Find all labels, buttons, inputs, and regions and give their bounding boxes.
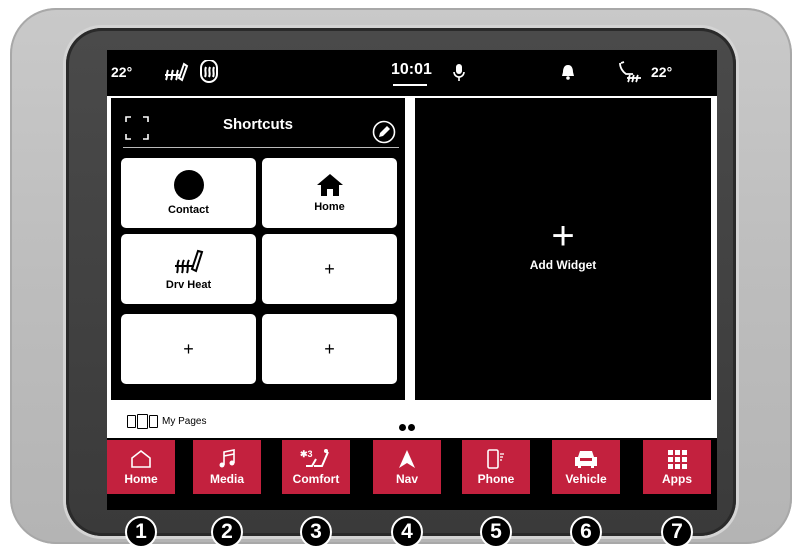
shortcut-label: Drv Heat xyxy=(165,279,212,291)
callout-6: 6 xyxy=(570,516,602,548)
shortcut-contact[interactable]: Contact xyxy=(121,158,256,228)
svg-text:✱3: ✱3 xyxy=(300,449,313,459)
add-widget-label: Add Widget xyxy=(529,258,597,272)
nav-home-button[interactable]: Home xyxy=(107,440,175,494)
callout-1: 1 xyxy=(125,516,157,548)
callout-2: 2 xyxy=(211,516,243,548)
shortcut-label: Home xyxy=(314,201,345,213)
my-pages-button[interactable]: My Pages xyxy=(127,414,206,429)
shortcut-empty[interactable]: + xyxy=(262,234,397,304)
add-shortcut-plus: + xyxy=(183,338,194,359)
callout-3: 3 xyxy=(300,516,332,548)
home-outline-icon xyxy=(130,449,152,469)
shortcut-empty[interactable]: + xyxy=(262,314,397,384)
home-page: Shortcuts Contact Home Drv Heat + + + + … xyxy=(107,96,717,438)
nav-label: Media xyxy=(209,472,244,486)
nav-label: Comfort xyxy=(292,472,340,486)
clock-underline xyxy=(393,84,427,86)
phone-icon xyxy=(486,449,506,469)
callout-7: 7 xyxy=(661,516,693,548)
apps-grid-icon xyxy=(667,449,687,469)
nav-label: Nav xyxy=(395,472,418,486)
shortcuts-widget: Shortcuts Contact Home Drv Heat + + + xyxy=(111,98,405,400)
nav-comfort-button[interactable]: ✱3 Comfort xyxy=(282,440,350,494)
driver-temperature[interactable]: 22° xyxy=(111,64,132,80)
page-icon xyxy=(137,414,148,429)
navigation-arrow-icon xyxy=(398,449,416,469)
microphone-icon[interactable] xyxy=(453,64,465,87)
shortcut-drv-heat[interactable]: Drv Heat xyxy=(121,234,256,304)
callout-4: 4 xyxy=(391,516,423,548)
nav-apps-button[interactable]: Apps xyxy=(643,440,711,494)
nav-label: Vehicle xyxy=(565,472,607,486)
comfort-seat-icon: ✱3 xyxy=(300,449,332,469)
home-icon xyxy=(316,174,343,196)
music-note-icon xyxy=(218,449,236,469)
nav-label: Apps xyxy=(662,472,692,486)
my-pages-label: My Pages xyxy=(162,416,207,427)
add-widget-panel[interactable]: + Add Widget xyxy=(415,98,711,400)
shortcut-empty[interactable]: + xyxy=(121,314,256,384)
touchscreen: 22° 10:01 22° Shortcuts Contact Home Drv… xyxy=(107,50,717,510)
page-indicator[interactable] xyxy=(399,418,417,436)
driver-seat-heat-icon[interactable] xyxy=(617,60,645,89)
add-widget-plus-icon: + xyxy=(551,214,575,258)
contact-icon xyxy=(173,170,204,200)
nav-label: Phone xyxy=(477,472,515,486)
shortcuts-divider xyxy=(123,147,399,148)
nav-vehicle-button[interactable]: Vehicle xyxy=(552,440,620,494)
page-icon xyxy=(149,415,158,428)
clock[interactable]: 10:01 xyxy=(391,61,432,79)
status-bar: 22° 10:01 22° xyxy=(107,50,717,96)
nav-label: Home xyxy=(124,472,158,486)
defrost-icon[interactable] xyxy=(197,59,221,89)
page-icon xyxy=(127,415,136,428)
seat-heat-icon xyxy=(174,249,203,274)
bottom-nav-bar: Home Media ✱3 Comfort Nav Phone Vehicle … xyxy=(107,438,717,510)
page-dot xyxy=(399,424,406,431)
nav-phone-button[interactable]: Phone xyxy=(462,440,530,494)
car-icon xyxy=(574,449,598,469)
edit-icon[interactable] xyxy=(372,120,396,149)
add-shortcut-plus: + xyxy=(324,338,335,359)
heated-steering-icon[interactable] xyxy=(163,60,189,89)
add-shortcut-plus: + xyxy=(324,258,335,279)
page-dot xyxy=(408,424,415,431)
shortcuts-title: Shortcuts xyxy=(222,116,293,133)
passenger-temperature[interactable]: 22° xyxy=(651,64,672,80)
nav-media-button[interactable]: Media xyxy=(193,440,261,494)
shortcut-home[interactable]: Home xyxy=(262,158,397,228)
callout-5: 5 xyxy=(480,516,512,548)
shortcut-label: Contact xyxy=(168,204,209,216)
nav-nav-button[interactable]: Nav xyxy=(373,440,441,494)
bell-icon[interactable] xyxy=(561,64,575,85)
